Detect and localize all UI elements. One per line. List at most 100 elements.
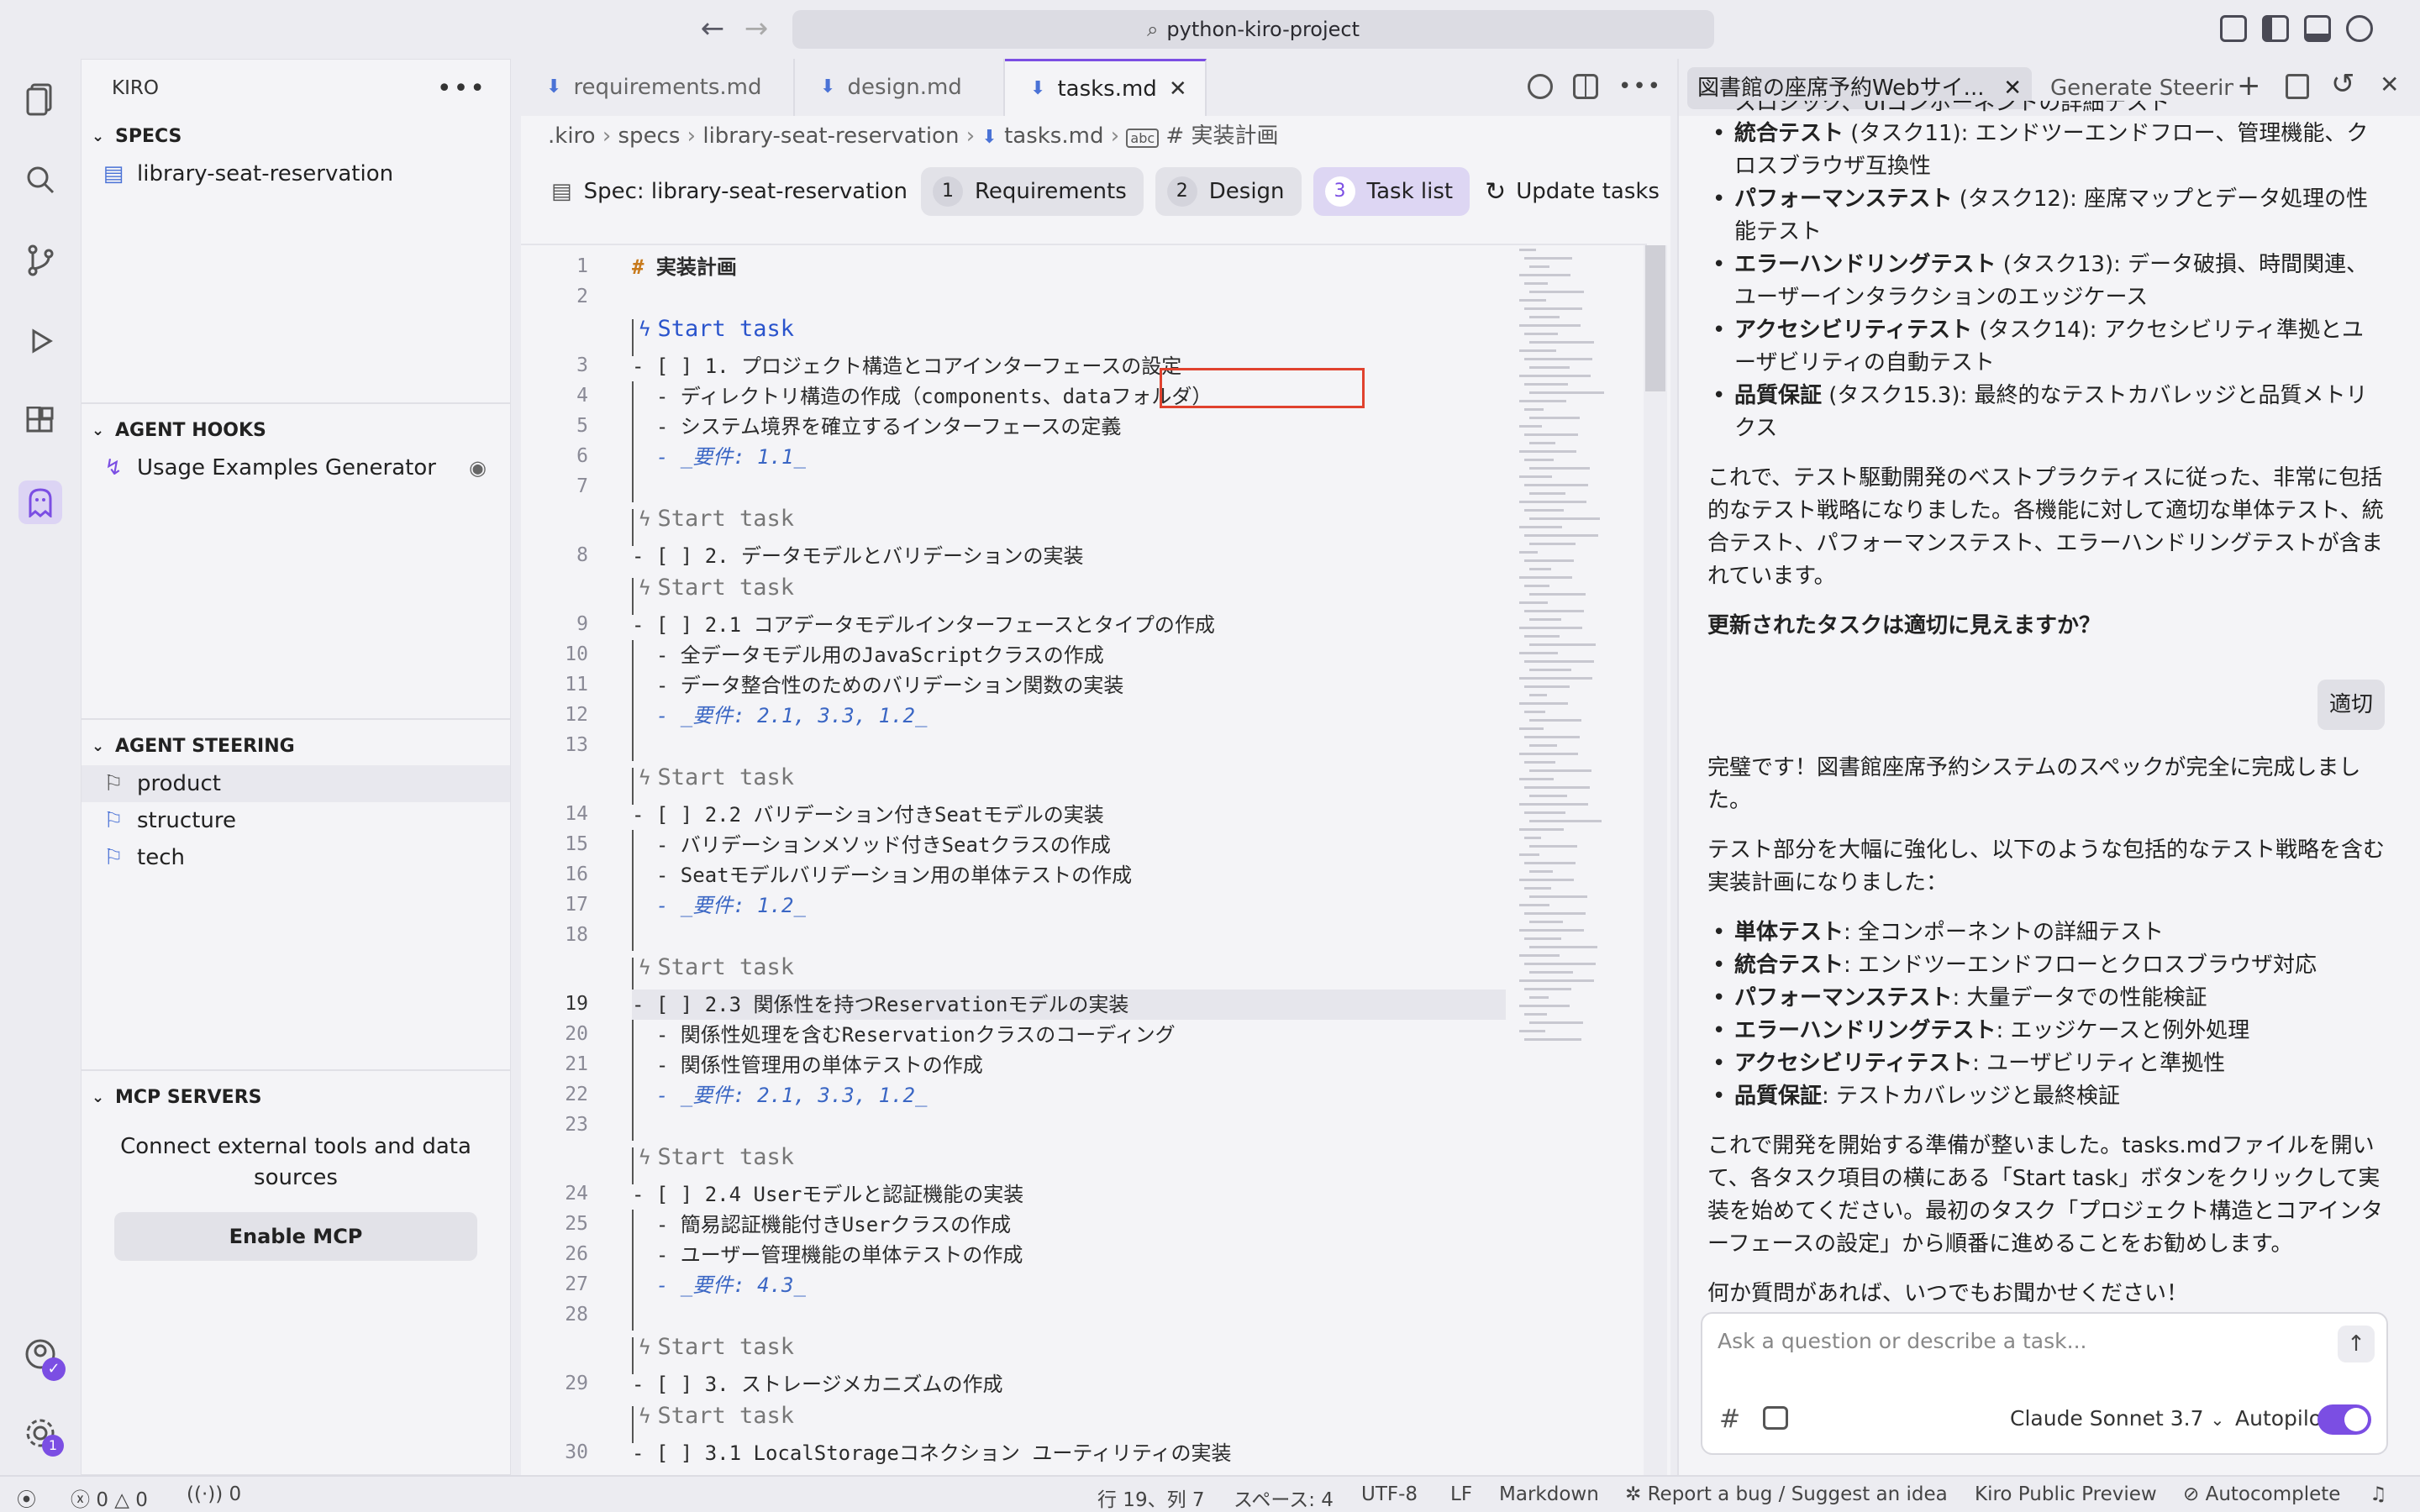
bullet-bold: アクセシビリティテスト xyxy=(1734,318,1973,343)
split-editor-icon[interactable] xyxy=(1572,74,1598,99)
breadcrumb-root[interactable]: .kiro xyxy=(548,123,596,149)
chat-toggle-icon[interactable] xyxy=(2346,15,2373,42)
minimap-line xyxy=(1524,459,1554,461)
agent-steering-section-header[interactable]: ⌄ AGENT STEERING xyxy=(82,728,510,765)
editor-scrollbar[interactable] xyxy=(1644,245,1667,1475)
step-design[interactable]: 2 Design xyxy=(1155,167,1302,216)
section-title: AGENT STEERING xyxy=(115,736,295,757)
cursor-position[interactable]: 行 19、列 7 xyxy=(1097,1483,1205,1512)
run-debug-icon[interactable] xyxy=(18,319,62,363)
specs-section-header[interactable]: ⌄ SPECS xyxy=(82,118,510,155)
tab-requirements[interactable]: ⬇ requirements.md xyxy=(521,59,795,116)
start-task-codelens[interactable]: ϟ Start task xyxy=(639,764,794,790)
step-requirements[interactable]: 1 Requirements xyxy=(921,167,1144,216)
chat-input-box[interactable]: Ask a question or describe a task... ↑ #… xyxy=(1701,1312,2388,1455)
indent-guide xyxy=(632,381,634,412)
spec-item-library-seat-reservation[interactable]: ▤ library-seat-reservation xyxy=(82,155,510,192)
preview-label[interactable]: Kiro Public Preview xyxy=(1975,1483,2157,1505)
mcp-servers-section-header[interactable]: ⌄ MCP SERVERS xyxy=(82,1079,510,1116)
end-of-line[interactable]: LF xyxy=(1450,1483,1472,1505)
minimap-line xyxy=(1519,249,1536,251)
tab-design[interactable]: ⬇ design.md xyxy=(795,59,1005,116)
minimap-line xyxy=(1524,433,1578,436)
kiro-ghost-icon[interactable] xyxy=(18,480,62,524)
autocomplete-toggle[interactable]: ⊘ Autocomplete xyxy=(2183,1483,2340,1505)
more-actions-icon[interactable]: ••• xyxy=(437,74,487,103)
minimap-line xyxy=(1519,803,1588,806)
report-bug-link[interactable]: ✲ Report a bug / Suggest an idea xyxy=(1625,1483,1948,1505)
send-arrow-icon[interactable]: ↑ xyxy=(2338,1326,2375,1362)
toggle-panel-icon[interactable] xyxy=(2304,15,2331,42)
code-line: - [ ] 2.3 関係性を持つReservationモデルの実装 xyxy=(632,990,1506,1020)
explorer-icon[interactable] xyxy=(18,77,62,121)
breadcrumb-file[interactable]: tasks.md xyxy=(1004,123,1103,149)
step-task-list[interactable]: 3 Task list xyxy=(1313,167,1470,216)
start-task-codelens[interactable]: ϟ Start task xyxy=(639,1144,794,1170)
more-actions-icon[interactable]: ••• xyxy=(1618,74,1662,99)
chat-list-icon[interactable] xyxy=(2286,74,2309,99)
start-task-codelens[interactable]: ϟ Start task xyxy=(639,575,794,601)
extensions-icon[interactable] xyxy=(18,400,62,444)
tab-label: tasks.md xyxy=(1057,76,1157,102)
update-tasks-button[interactable]: ↻ Update tasks xyxy=(1485,177,1660,207)
toggle-primary-sidebar-icon[interactable] xyxy=(2262,15,2289,42)
steering-item-product[interactable]: ⚐ product xyxy=(82,765,510,802)
back-arrow-icon[interactable]: ← xyxy=(696,12,729,45)
customize-layout-icon[interactable] xyxy=(2220,15,2247,42)
new-chat-plus-icon[interactable]: + xyxy=(2237,69,2261,102)
start-task-codelens[interactable]: ϟ Start task xyxy=(639,1334,794,1360)
problems-indicator[interactable]: ⓧ 0 △ 0 xyxy=(71,1483,148,1512)
model-selector[interactable]: Claude Sonnet 3.7 ⌄ xyxy=(2010,1406,2224,1431)
search-icon[interactable] xyxy=(18,158,62,202)
source-control-icon[interactable] xyxy=(18,239,62,282)
tab-tasks[interactable]: ⬇ tasks.md ✕ xyxy=(1005,59,1207,116)
eye-icon[interactable]: ◉ xyxy=(469,449,487,486)
steering-item-tech[interactable]: ⚐ tech xyxy=(82,839,510,876)
line-number: 19 xyxy=(565,993,588,1015)
minimap-line xyxy=(1529,618,1561,621)
command-search-box[interactable]: ⌕ python-kiro-project xyxy=(792,10,1714,49)
assistant-paragraph: 完璧です！図書館座席予約システムのスペックが完全に完成しました。 xyxy=(1707,755,2361,813)
minimap-line xyxy=(1524,786,1590,789)
start-task-codelens[interactable]: ϟ Start task xyxy=(639,954,794,980)
breadcrumb-folder[interactable]: library-seat-reservation xyxy=(702,123,959,149)
indent-guide xyxy=(632,890,634,921)
minimap-line xyxy=(1519,853,1539,856)
forward-arrow-icon[interactable]: → xyxy=(739,12,773,45)
minimap[interactable] xyxy=(1512,244,1630,1475)
hash-context-icon[interactable]: # xyxy=(1719,1404,1740,1434)
autopilot-label: Autopilot xyxy=(2235,1406,2330,1431)
minimap-line xyxy=(1524,837,1541,839)
start-task-codelens[interactable]: ϟ Start task xyxy=(639,506,794,532)
minimap-line xyxy=(1524,333,1558,335)
remote-icon[interactable]: ⦿ xyxy=(17,1483,36,1512)
encoding[interactable]: UTF-8 xyxy=(1361,1483,1418,1505)
autopilot-toggle[interactable] xyxy=(2317,1404,2371,1435)
breadcrumb-symbol[interactable]: # 実装計画 xyxy=(1165,123,1278,149)
markdown-icon: ⬇ xyxy=(546,76,562,97)
start-task-codelens[interactable]: ϟ Start task xyxy=(639,1403,794,1429)
close-panel-icon[interactable]: ✕ xyxy=(2380,71,2399,98)
line-number: 23 xyxy=(565,1114,588,1136)
scroll-thumb[interactable] xyxy=(1645,245,1665,391)
code-editor[interactable]: 1 # 実装計画 2 ϟ Start task 3- [ ] 1. プロジェクト構造とコア… xyxy=(521,244,1647,1475)
close-tab-icon[interactable]: ✕ xyxy=(1169,60,1187,118)
notifications-bell-icon[interactable]: ♫ xyxy=(2370,1483,2387,1505)
step-label: Task list xyxy=(1366,179,1454,204)
minimap-line xyxy=(1524,912,1586,915)
hook-item-label: Usage Examples Generator xyxy=(137,455,436,480)
open-preview-icon[interactable] xyxy=(1527,74,1553,99)
step-number: 3 xyxy=(1324,176,1355,207)
indentation[interactable]: スペース: 4 xyxy=(1234,1483,1334,1512)
image-attach-icon[interactable] xyxy=(1763,1406,1788,1430)
code-line: - _要件: 4.3_ xyxy=(632,1273,806,1297)
agent-hooks-section-header[interactable]: ⌄ AGENT HOOKS xyxy=(82,412,510,449)
ports-indicator[interactable]: ((·)) 0 xyxy=(187,1483,241,1505)
enable-mcp-button[interactable]: Enable MCP xyxy=(114,1212,477,1261)
hook-item-usage-examples[interactable]: ↯ Usage Examples Generator ◉ xyxy=(82,449,510,486)
start-task-codelens[interactable]: ϟ Start task xyxy=(639,316,794,342)
language-mode[interactable]: Markdown xyxy=(1499,1483,1599,1505)
history-icon[interactable]: ↺ xyxy=(2331,67,2355,101)
steering-item-structure[interactable]: ⚐ structure xyxy=(82,802,510,839)
breadcrumb-specs[interactable]: specs xyxy=(618,123,681,149)
